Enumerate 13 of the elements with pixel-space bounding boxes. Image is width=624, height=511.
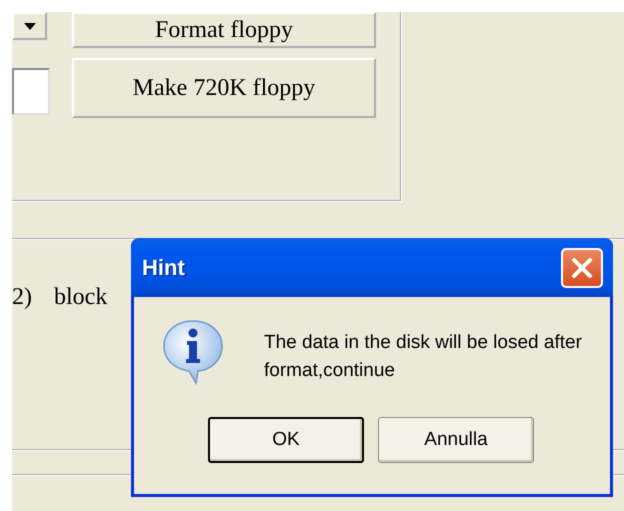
dialog-title: Hint: [142, 254, 185, 280]
input-field[interactable]: [12, 68, 50, 115]
cancel-button[interactable]: Annulla: [378, 417, 534, 463]
close-button[interactable]: [561, 248, 603, 288]
log-text: 2): [12, 284, 32, 312]
dialog-message: The data in the disk will be losed after format,continue: [264, 331, 583, 383]
dropdown-button[interactable]: [12, 12, 47, 40]
format-button[interactable]: Format floppy: [72, 12, 376, 48]
make-floppy-button[interactable]: Make 720K floppy: [72, 58, 376, 118]
close-icon: [571, 256, 593, 278]
ok-button[interactable]: OK: [208, 417, 364, 463]
log-text: block: [54, 284, 108, 312]
caret-icon: [24, 22, 36, 30]
